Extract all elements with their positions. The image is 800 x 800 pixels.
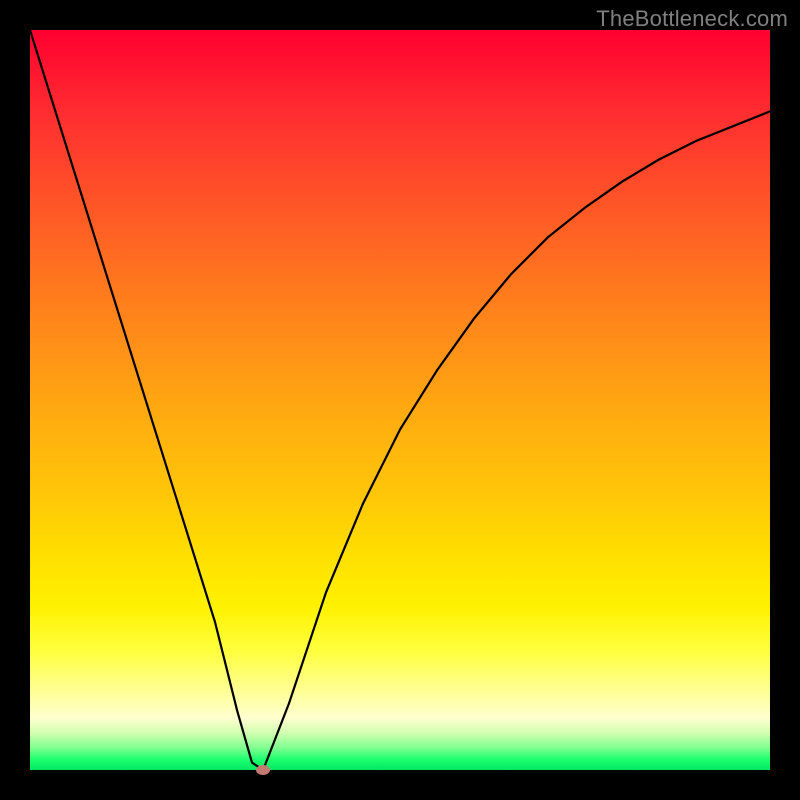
minimum-marker xyxy=(256,765,270,775)
plot-area xyxy=(30,30,770,770)
curve-layer xyxy=(30,30,770,770)
bottleneck-curve xyxy=(30,30,770,770)
watermark-text: TheBottleneck.com xyxy=(596,6,788,32)
